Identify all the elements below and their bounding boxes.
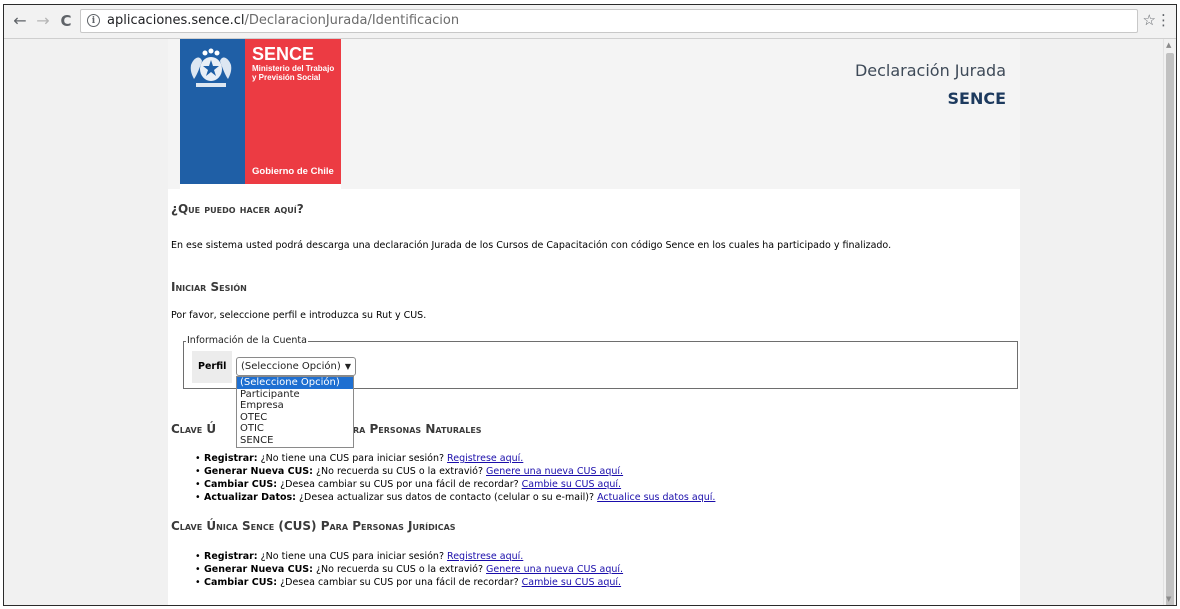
naturales-heading-right: Para Personas Naturales — [338, 422, 482, 436]
perfil-dropdown-list: (Seleccione Opción) Participante Empresa… — [236, 376, 354, 448]
url-domain: aplicaciones.sence.cl — [107, 13, 245, 28]
juridicas-heading: Clave Única Sence (CUS) Para Personas Ju… — [171, 519, 456, 533]
logo-ministry: Ministerio del Trabajo y Previsión Social — [252, 64, 338, 82]
logo-gobierno: Gobierno de Chile — [252, 166, 334, 177]
page-container: SENCE Ministerio del Trabajo y Previsión … — [168, 39, 1020, 605]
item-label: Generar Nueva CUS: — [204, 564, 313, 575]
forward-button[interactable]: → — [33, 11, 53, 31]
item-label: Generar Nueva CUS: — [204, 466, 313, 477]
page-subtitle: SENCE — [947, 89, 1006, 108]
browser-toolbar: ← → C i aplicaciones.sence.cl/Declaracio… — [4, 5, 1176, 39]
arrow-left-icon: ← — [13, 11, 27, 30]
intro-text: En ese sistema usted podrá descarga una … — [171, 240, 892, 251]
item-text: ¿Desea cambiar su CUS por una fácil de r… — [280, 479, 519, 490]
item-text: para iniciar sesión? — [352, 453, 445, 464]
registrese-link[interactable]: Registrese aquí. — [447, 551, 523, 562]
url-path: /DeclaracionJurada/Identificacion — [244, 13, 460, 28]
chevron-down-icon: ▼ — [344, 362, 351, 371]
intro-heading: ¿Que puedo hacer aquí? — [171, 202, 304, 216]
registrese-link[interactable]: Registrese aquí. — [447, 453, 523, 464]
item-label: Registrar: — [204, 551, 258, 562]
perfil-select-value: (Seleccione Opción) — [241, 361, 341, 372]
logo-ministry-line1: Ministerio del Trabajo — [252, 64, 335, 73]
logo-divider — [180, 184, 341, 189]
browser-window: ← → C i aplicaciones.sence.cl/Declaracio… — [3, 4, 1177, 606]
option-otec[interactable]: OTEC — [237, 412, 353, 424]
page-viewport: ▲ ▼ SENCE Ministerio del Trabajo y Previs… — [4, 39, 1176, 605]
genere-cus-link[interactable]: Genere una nueva CUS aquí. — [486, 466, 623, 477]
option-empresa[interactable]: Empresa — [237, 400, 353, 412]
logo-title: SENCE — [252, 44, 315, 64]
actualice-datos-link[interactable]: Actualice sus datos aquí. — [597, 492, 715, 503]
genere-cus-link[interactable]: Genere una nueva CUS aquí. — [486, 564, 623, 575]
item-hidden-text: ¿No tiene una CUS — [260, 453, 350, 464]
juridicas-item-generar: Generar Nueva CUS: ¿No recuerda su CUS o… — [195, 564, 623, 575]
reload-button[interactable]: C — [56, 11, 76, 31]
juridicas-item-registrar: Registrar: ¿No tiene una CUS para inicia… — [195, 551, 523, 562]
cambie-cus-link[interactable]: Cambie su CUS aquí. — [522, 479, 621, 490]
login-heading: Iniciar Sesión — [171, 280, 247, 294]
perfil-select[interactable]: (Seleccione Opción) ▼ — [236, 357, 356, 376]
scroll-down-arrow-icon[interactable]: ▼ — [1166, 595, 1171, 603]
option-participante[interactable]: Participante — [237, 389, 353, 401]
naturales-item-registrar: Registrar: ¿No tiene una CUS para inicia… — [195, 453, 523, 464]
info-icon[interactable]: i — [87, 14, 100, 27]
item-label: Actualizar Datos: — [204, 492, 296, 503]
item-text: ¿Desea actualizar sus datos de contacto … — [299, 492, 595, 503]
perfil-label: Perfil — [198, 361, 227, 372]
option-sence[interactable]: SENCE — [237, 435, 353, 447]
arrow-right-icon: → — [36, 11, 50, 30]
naturales-item-actualizar: Actualizar Datos: ¿Desea actualizar sus … — [195, 492, 715, 503]
scrollbar-thumb[interactable] — [1166, 53, 1174, 605]
option-otic[interactable]: OTIC — [237, 423, 353, 435]
option-seleccione[interactable]: (Seleccione Opción) — [237, 377, 353, 389]
item-label: Registrar: — [204, 453, 258, 464]
naturales-heading-left: Clave Ú — [171, 422, 217, 436]
vertical-scrollbar[interactable]: ▲ ▼ — [1163, 39, 1176, 605]
chile-crest-icon — [190, 48, 232, 87]
url-text[interactable]: aplicaciones.sence.cl/DeclaracionJurada/… — [107, 13, 459, 29]
item-label: Cambiar CUS: — [204, 479, 278, 490]
account-legend: Información de la Cuenta — [186, 335, 308, 346]
naturales-item-generar: Generar Nueva CUS: ¿No recuerda su CUS o… — [195, 466, 623, 477]
login-instructions: Por favor, seleccione perfil e introduzc… — [171, 310, 427, 321]
naturales-item-cambiar: Cambiar CUS: ¿Desea cambiar su CUS por u… — [195, 479, 621, 490]
back-button[interactable]: ← — [10, 11, 30, 31]
item-text: ¿No recuerda su CUS o la extravió? — [315, 564, 483, 575]
juridicas-item-cambiar: Cambiar CUS: ¿Desea cambiar su CUS por u… — [195, 577, 621, 588]
reload-icon: C — [60, 12, 72, 30]
cambie-cus-link[interactable]: Cambie su CUS aquí. — [522, 577, 621, 588]
item-text: ¿No tiene una CUS para iniciar sesión? — [260, 551, 444, 562]
item-label: Cambiar CUS: — [204, 577, 278, 588]
page-title: Declaración Jurada — [854, 61, 1006, 80]
item-text: ¿Desea cambiar su CUS por una fácil de r… — [280, 577, 519, 588]
item-text: ¿No recuerda su CUS o la extravió? — [315, 466, 483, 477]
scroll-up-arrow-icon[interactable]: ▲ — [1166, 41, 1171, 49]
logo-ministry-line2: y Previsión Social — [252, 73, 321, 82]
bookmark-star-icon[interactable]: ☆ — [1143, 11, 1156, 29]
menu-kebab-icon[interactable]: ⋮ — [1156, 11, 1171, 29]
address-bar[interactable]: i aplicaciones.sence.cl/DeclaracionJurad… — [80, 9, 1138, 33]
